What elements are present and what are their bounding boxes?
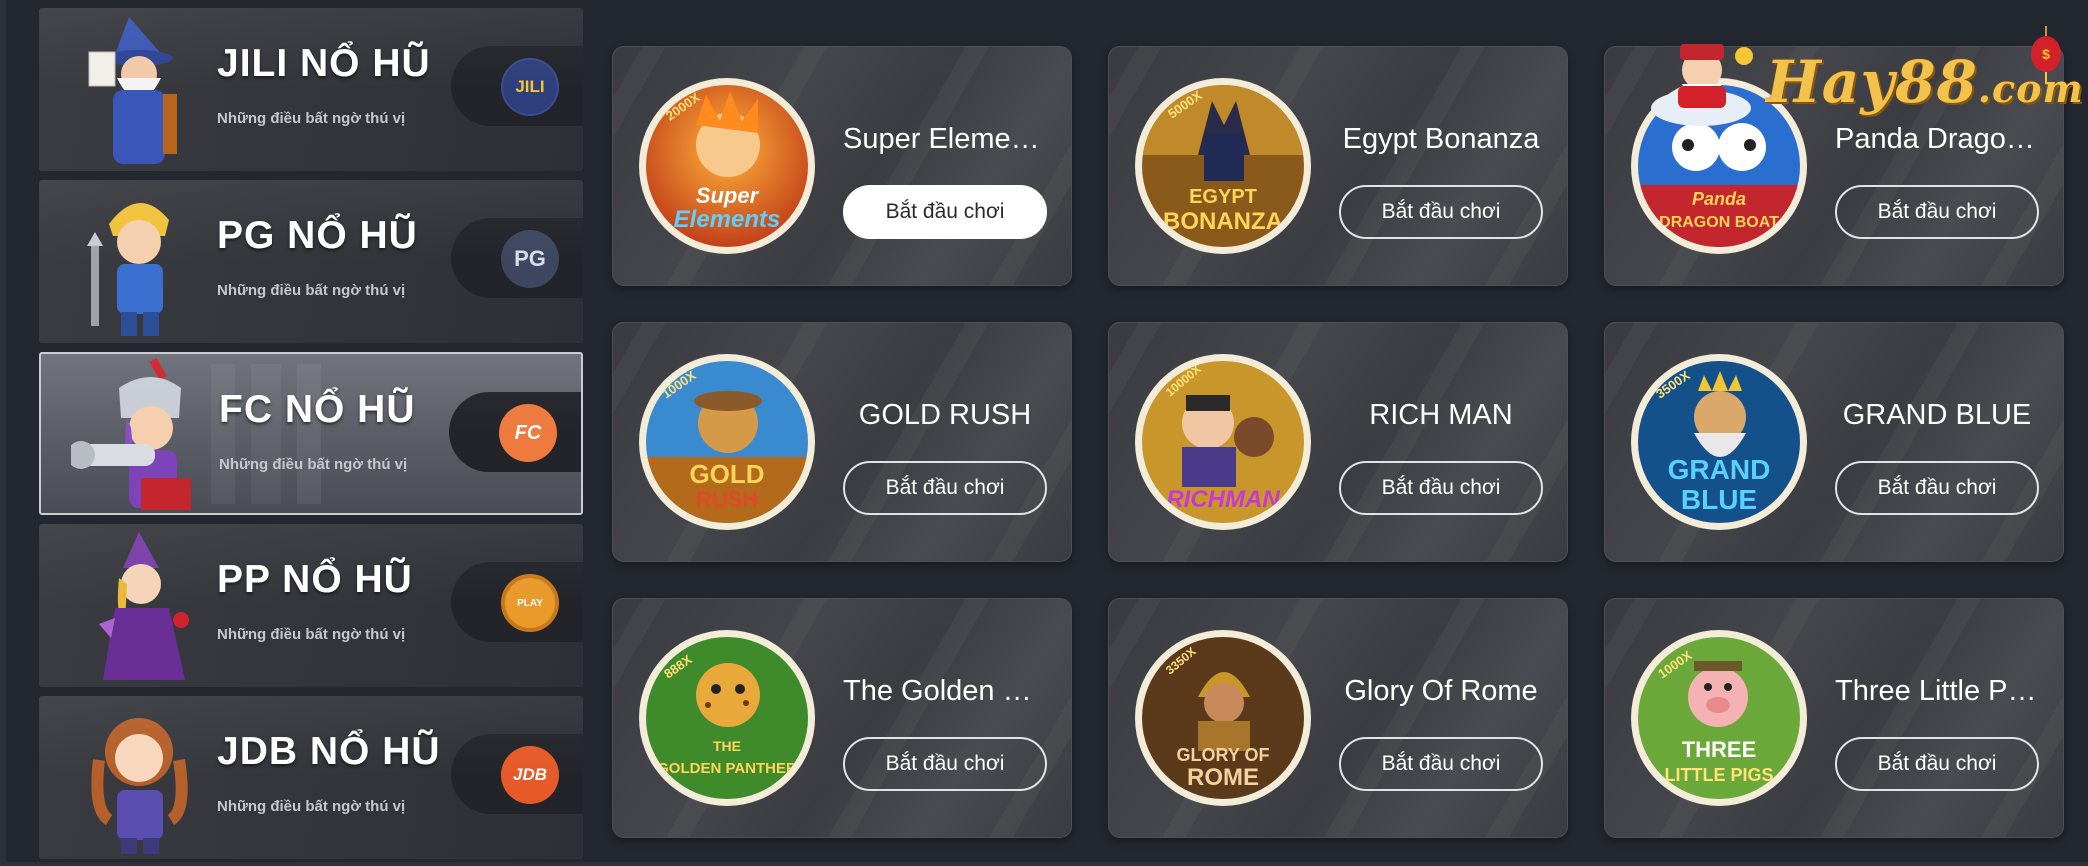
play-button[interactable]: Bắt đầu chơi xyxy=(1339,185,1543,239)
badge-slot xyxy=(451,562,583,642)
svg-text:RUSH: RUSH xyxy=(696,487,758,512)
god-of-wealth-icon xyxy=(1651,44,1753,126)
svg-text:Super: Super xyxy=(696,183,760,208)
play-button[interactable]: Bắt đầu chơi xyxy=(1835,461,2039,515)
svg-text:ROME: ROME xyxy=(1187,764,1259,791)
play-button[interactable]: Bắt đầu chơi xyxy=(1835,737,2039,791)
game-card[interactable]: 10000X RICHMAN RICH MAN Bắt đầu chơi xyxy=(1108,322,1568,562)
svg-text:GLORY OF: GLORY OF xyxy=(1176,745,1269,765)
svg-text:Elements: Elements xyxy=(674,206,781,233)
provider-item-pg[interactable]: PG NỔ HŨ Những điều bất ngờ thú vị PG xyxy=(39,180,583,343)
provider-subtitle: Những điều bất ngờ thú vị xyxy=(219,456,408,473)
game-thumbnail[interactable]: 888X THE GOLDEN PANTHER xyxy=(639,630,815,806)
super-elements-art-icon: 2000X Super Elements xyxy=(646,85,808,247)
girl-mascot-icon xyxy=(91,718,188,854)
game-name: Super Elements xyxy=(843,123,1047,155)
provider-item-pp[interactable]: PP NỔ HŨ Những điều bất ngờ thú vị PLAY xyxy=(39,524,583,687)
glory-of-rome-art-icon: 3350X GLORY OF ROME xyxy=(1142,637,1304,799)
provider-title: JILI NỔ HŨ xyxy=(217,42,431,85)
game-thumbnail[interactable]: 3500X GRAND BLUE xyxy=(1631,354,1807,530)
grand-blue-art-icon: 3500X GRAND BLUE xyxy=(1638,361,1800,523)
provider-title: JDB NỔ HŨ xyxy=(217,730,441,773)
provider-item-fc[interactable]: FC NỔ HŨ Những điều bất ngờ thú vị FC xyxy=(39,352,583,515)
provider-sidebar: JILI NỔ HŨ Những điều bất ngờ thú vị JIL… xyxy=(39,8,583,866)
svg-text:GRAND: GRAND xyxy=(1668,454,1771,485)
game-thumbnail[interactable]: 1000X THREE LITTLE PIGS xyxy=(1631,630,1807,806)
knight-girl-mascot-icon xyxy=(71,358,191,510)
play-button[interactable]: Bắt đầu chơi xyxy=(1339,737,1543,791)
badge-slot xyxy=(449,392,581,472)
game-name: Egypt Bonanza xyxy=(1342,123,1540,155)
svg-text:$: $ xyxy=(2042,46,2050,62)
game-card[interactable]: 2000X Super Elements Super Elements Bắt … xyxy=(612,46,1072,286)
fc-logo-icon: FC xyxy=(499,404,557,462)
jili-logo-icon: JILI xyxy=(501,58,559,116)
svg-text:GOLD: GOLD xyxy=(689,459,764,489)
pg-logo-icon: PG xyxy=(501,230,559,288)
game-name: Three Little Pigs xyxy=(1835,675,2039,707)
play-button[interactable]: Bắt đầu chơi xyxy=(1835,185,2039,239)
game-thumbnail[interactable]: 1000X GOLD RUSH xyxy=(639,354,815,530)
badge-slot xyxy=(451,46,583,126)
gold-rush-art-icon: 1000X GOLD RUSH xyxy=(646,361,808,523)
badge-slot xyxy=(451,734,583,814)
play-button[interactable]: Bắt đầu chơi xyxy=(843,737,1047,791)
game-card[interactable]: 888X THE GOLDEN PANTHER The Golden Panth… xyxy=(612,598,1072,838)
provider-item-jdb[interactable]: JDB NỔ HŨ Những điều bất ngờ thú vị JDB xyxy=(39,696,583,859)
svg-text:THE: THE xyxy=(713,738,741,754)
pp-logo-icon: PLAY xyxy=(501,574,559,632)
provider-title: PP NỔ HŨ xyxy=(217,558,413,601)
game-card[interactable]: 1000X GOLD RUSH GOLD RUSH Bắt đầu chơi xyxy=(612,322,1072,562)
provider-subtitle: Những điều bất ngờ thú vị xyxy=(217,110,406,127)
game-lobby: JILI NỔ HŨ Những điều bất ngờ thú vị JIL… xyxy=(0,0,2088,866)
svg-text:EGYPT: EGYPT xyxy=(1189,186,1257,208)
golden-panther-art-icon: 888X THE GOLDEN PANTHER xyxy=(646,637,808,799)
svg-text:THREE: THREE xyxy=(1682,737,1757,762)
svg-text:DRAGON BOAT: DRAGON BOAT xyxy=(1659,214,1779,231)
badge-slot xyxy=(451,218,583,298)
provider-subtitle: Những điều bất ngờ thú vị xyxy=(217,798,406,815)
game-thumbnail[interactable]: 10000X RICHMAN xyxy=(1135,354,1311,530)
game-name: GOLD RUSH xyxy=(858,399,1032,431)
game-name: The Golden Panther xyxy=(843,675,1047,707)
witch-mascot-icon xyxy=(99,532,189,680)
svg-text:LITTLE PIGS: LITTLE PIGS xyxy=(1664,765,1773,785)
provider-subtitle: Những điều bất ngờ thú vị xyxy=(217,282,406,299)
three-little-pigs-art-icon: 1000X THREE LITTLE PIGS xyxy=(1638,637,1800,799)
egypt-bonanza-art-icon: 5000X EGYPT BONANZA xyxy=(1142,85,1304,247)
svg-text:RICHMAN: RICHMAN xyxy=(1166,486,1280,513)
play-button[interactable]: Bắt đầu chơi xyxy=(1339,461,1543,515)
site-logo[interactable]: Hay88.com $ xyxy=(1646,26,2083,131)
wizard-mascot-icon xyxy=(88,17,177,164)
jdb-logo-icon: JDB xyxy=(501,746,559,804)
svg-text:GOLDEN PANTHER: GOLDEN PANTHER xyxy=(657,760,797,777)
game-thumbnail[interactable]: 2000X Super Elements xyxy=(639,78,815,254)
game-name: RICH MAN xyxy=(1369,399,1513,431)
game-name: Glory Of Rome xyxy=(1344,675,1538,707)
svg-text:Panda: Panda xyxy=(1692,189,1746,209)
provider-title: FC NỔ HŨ xyxy=(219,388,416,431)
game-thumbnail[interactable]: 5000X EGYPT BONANZA xyxy=(1135,78,1311,254)
svg-text:BONANZA: BONANZA xyxy=(1163,208,1283,235)
play-button[interactable]: Bắt đầu chơi xyxy=(843,461,1047,515)
lantern-icon: $ xyxy=(2031,26,2061,84)
game-card[interactable]: 3350X GLORY OF ROME Glory Of Rome Bắt đầ… xyxy=(1108,598,1568,838)
game-card[interactable]: 5000X EGYPT BONANZA Egypt Bonanza Bắt đầ… xyxy=(1108,46,1568,286)
provider-title: PG NỔ HŨ xyxy=(217,214,418,257)
game-card[interactable]: 3500X GRAND BLUE GRAND BLUE Bắt đầu chơi xyxy=(1604,322,2064,562)
svg-text:BLUE: BLUE xyxy=(1681,484,1757,515)
rich-man-art-icon: 10000X RICHMAN xyxy=(1142,361,1304,523)
provider-subtitle: Những điều bất ngờ thú vị xyxy=(217,626,406,643)
hero-boy-mascot-icon xyxy=(87,202,169,336)
provider-item-jili[interactable]: JILI NỔ HŨ Những điều bất ngờ thú vị JIL… xyxy=(39,8,583,171)
game-name: GRAND BLUE xyxy=(1842,399,2032,431)
play-button[interactable]: Bắt đầu chơi xyxy=(843,185,1047,239)
game-thumbnail[interactable]: 3350X GLORY OF ROME xyxy=(1135,630,1311,806)
game-card[interactable]: 1000X THREE LITTLE PIGS Three Little Pig… xyxy=(1604,598,2064,838)
